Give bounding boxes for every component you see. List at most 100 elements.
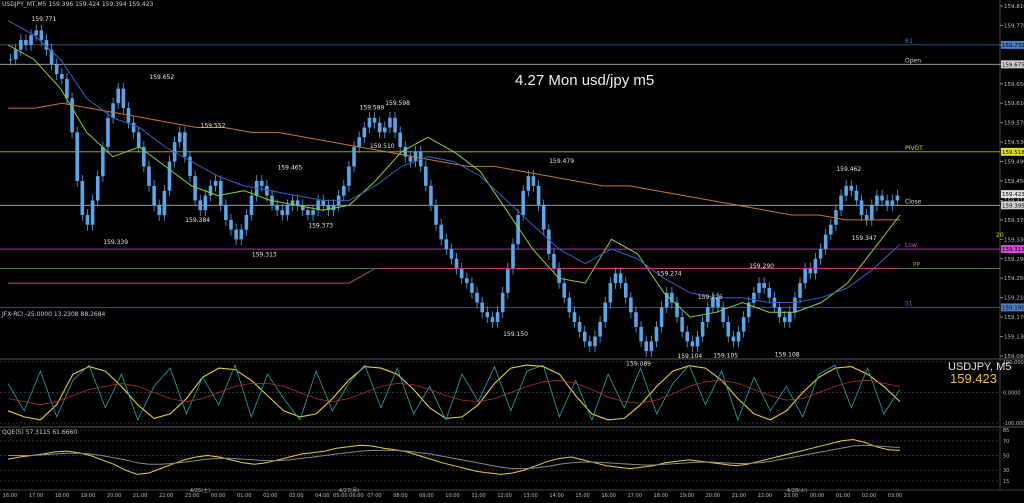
candle-body <box>588 341 592 347</box>
candle-body <box>382 127 387 133</box>
candle-body <box>444 239 449 250</box>
price-tick-label: 159.130 <box>1004 335 1024 341</box>
candle-body <box>752 292 756 303</box>
candle-body <box>659 307 664 327</box>
candle-body <box>808 268 813 274</box>
candle-body <box>798 283 802 298</box>
candle-body <box>875 195 879 206</box>
candle-body <box>116 88 121 104</box>
candle-body <box>229 219 233 230</box>
candle-body <box>285 205 290 216</box>
candle-body <box>885 200 889 206</box>
candle-body <box>177 132 182 143</box>
rci-tick-label: -100.0000 <box>1003 421 1024 427</box>
candle-body <box>280 210 285 216</box>
price-annotation: 159.290 <box>749 263 774 270</box>
candle-body <box>295 200 300 206</box>
price-tick-label: 159.650 <box>1004 82 1024 88</box>
candle-body <box>193 176 197 201</box>
candle-body <box>157 205 162 216</box>
candle-body <box>521 190 526 216</box>
candle-body <box>408 156 413 162</box>
candle-body <box>167 161 172 191</box>
candle-body <box>582 331 587 342</box>
price-tick-label: 159.770 <box>1004 23 1024 29</box>
time-tick-label: 00:00 <box>810 493 824 499</box>
candle-body <box>352 146 356 167</box>
price-annotation: 159.347 <box>852 235 877 242</box>
candle-body <box>60 74 64 79</box>
level-label-s1: S1 <box>905 300 913 307</box>
candle-body <box>762 283 766 288</box>
level-label-low: Low <box>905 242 917 249</box>
candle-body <box>787 312 792 322</box>
qqe-tick-label: 15 <box>1003 479 1009 485</box>
candle-body <box>618 273 623 284</box>
price-annotation: 159.105 <box>713 353 738 360</box>
time-tick-label: 13:00 <box>523 493 537 499</box>
candle-body <box>475 292 479 303</box>
price-annotation: 159.510 <box>370 143 395 150</box>
candle-body <box>623 283 628 298</box>
level-label-pp: PP <box>913 262 921 269</box>
candle-body <box>244 215 249 230</box>
candle-body <box>34 30 38 36</box>
candle-body <box>393 117 397 133</box>
level-badge-text-low: 159.313 <box>1002 247 1024 253</box>
candle-body <box>629 297 633 313</box>
price-tick-label: 159.330 <box>1004 237 1024 243</box>
price-annotation: 159.108 <box>775 351 800 358</box>
price-tick-label: 159.570 <box>1004 121 1024 127</box>
price-annotation: 159.589 <box>360 104 385 111</box>
candle-body <box>690 341 695 347</box>
price-annotation: 159.150 <box>503 331 528 338</box>
time-tick-label: 00:00 <box>211 493 225 499</box>
candle-body <box>541 205 546 230</box>
time-tick-label: 15:00 <box>575 493 589 499</box>
candle-body <box>608 283 613 303</box>
time-tick-label: 12:00 <box>497 493 511 499</box>
candle-body <box>239 229 244 240</box>
candle-body <box>121 88 126 109</box>
level-label-close: Close <box>905 198 922 205</box>
candle-body <box>162 190 167 216</box>
candle-body <box>859 200 864 216</box>
candle-body <box>793 297 797 313</box>
time-tick-label: 19:00 <box>680 493 694 499</box>
candle-body <box>95 176 100 201</box>
candle-body <box>813 258 818 274</box>
candle-body <box>357 137 361 147</box>
candle-body <box>485 312 490 318</box>
candle-body <box>562 283 567 298</box>
time-tick-label: 21:00 <box>133 493 147 499</box>
candle-body <box>557 268 561 284</box>
candle-body <box>347 166 351 186</box>
candle-body <box>311 210 315 216</box>
rci-indicator-label: JFX-RCI -25.0000 13.2308 88.2684 <box>2 311 106 318</box>
candle-body <box>490 317 495 322</box>
level-badge-text-open: 159.675 <box>1002 62 1024 68</box>
candle-body <box>275 205 279 211</box>
ma-line-green <box>7 44 901 318</box>
candle-body <box>198 200 203 211</box>
ma-line-blue <box>7 20 901 303</box>
candle-body <box>65 78 69 99</box>
price-annotation: 159.274 <box>657 271 682 278</box>
candle-body <box>19 40 23 50</box>
candle-body <box>470 283 474 293</box>
candle-body <box>203 195 208 211</box>
candle-body <box>459 268 464 279</box>
trading-chart[interactable]: 159.810159.770159.730159.690159.650159.6… <box>0 0 1024 503</box>
qqe-line-yellow <box>7 438 901 475</box>
time-tick-label: 18:00 <box>654 493 668 499</box>
price-annotation: 159.465 <box>278 165 303 172</box>
candle-body <box>613 273 618 284</box>
candle-body <box>101 146 105 177</box>
price-tick-label: 159.810 <box>1004 4 1024 10</box>
candle-body <box>511 244 515 269</box>
candle-body <box>480 302 484 313</box>
current-price: 159.423 <box>950 371 997 386</box>
price-annotation: 159.104 <box>677 353 702 360</box>
time-tick-label: 16:00 <box>601 493 615 499</box>
price-annotation: 159.384 <box>185 217 210 224</box>
